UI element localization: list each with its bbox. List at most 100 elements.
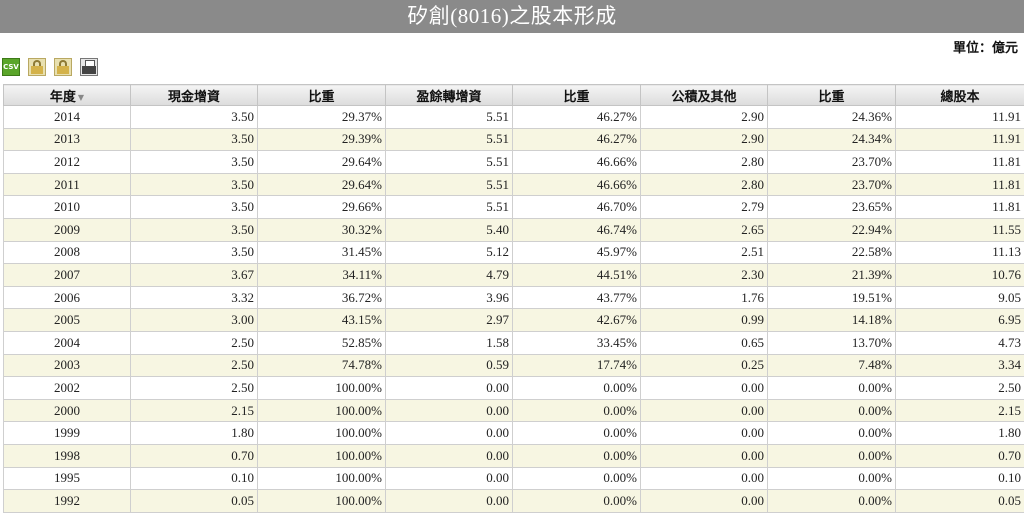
cell-cash-capital: 3.50 [131, 241, 258, 264]
cell-total-capital: 9.05 [896, 286, 1024, 309]
cell-year: 2009 [4, 218, 131, 241]
unit-label: 單位：億元 [953, 37, 1018, 56]
cell-reserve-ratio: 24.36% [768, 106, 896, 129]
column-header-cash-ratio[interactable]: 比重 [258, 85, 386, 106]
cell-reserve-other: 0.00 [641, 422, 768, 445]
table-row: 20002.15100.00%0.000.00%0.000.00%2.15 [4, 399, 1024, 422]
cell-earnings-ratio: 42.67% [513, 309, 641, 332]
cell-cash-ratio: 100.00% [258, 467, 386, 490]
cell-earnings-ratio: 44.51% [513, 264, 641, 287]
cell-reserve-ratio: 23.70% [768, 173, 896, 196]
column-header-reserve-ratio[interactable]: 比重 [768, 85, 896, 106]
column-header-label: 總股本 [940, 90, 979, 105]
cell-cash-ratio: 29.66% [258, 196, 386, 219]
cell-reserve-ratio: 22.94% [768, 218, 896, 241]
cell-cash-capital: 2.15 [131, 399, 258, 422]
column-header-label: 比重 [308, 90, 334, 105]
cell-earnings-capital: 1.58 [386, 331, 513, 354]
column-header-label: 比重 [563, 90, 589, 105]
cell-reserve-ratio: 19.51% [768, 286, 896, 309]
column-header-total-capital[interactable]: 總股本 [896, 85, 1024, 106]
cell-reserve-ratio: 23.65% [768, 196, 896, 219]
cell-earnings-ratio: 45.97% [513, 241, 641, 264]
cell-earnings-capital: 5.12 [386, 241, 513, 264]
cell-total-capital: 11.91 [896, 128, 1024, 151]
column-header-cash-capital[interactable]: 現金增資 [131, 85, 258, 106]
table-row: 20032.5074.78%0.5917.74%0.257.48%3.34 [4, 354, 1024, 377]
cell-cash-ratio: 100.00% [258, 444, 386, 467]
cell-earnings-capital: 0.00 [386, 467, 513, 490]
column-header-earnings-ratio[interactable]: 比重 [513, 85, 641, 106]
cell-year: 1999 [4, 422, 131, 445]
table-row: 20133.5029.39%5.5146.27%2.9024.34%11.91 [4, 128, 1024, 151]
cell-cash-capital: 0.70 [131, 444, 258, 467]
cell-cash-ratio: 29.64% [258, 173, 386, 196]
print-button[interactable] [80, 58, 98, 76]
cell-cash-capital: 3.67 [131, 264, 258, 287]
table-row: 19950.10100.00%0.000.00%0.000.00%0.10 [4, 467, 1024, 490]
cell-earnings-ratio: 46.27% [513, 128, 641, 151]
cell-reserve-other: 2.79 [641, 196, 768, 219]
cell-year: 2014 [4, 106, 131, 129]
cell-earnings-ratio: 46.27% [513, 106, 641, 129]
cell-earnings-capital: 0.00 [386, 422, 513, 445]
cell-year: 2013 [4, 128, 131, 151]
cell-earnings-ratio: 17.74% [513, 354, 641, 377]
cell-total-capital: 11.91 [896, 106, 1024, 129]
table-row: 20083.5031.45%5.1245.97%2.5122.58%11.13 [4, 241, 1024, 264]
cell-year: 2012 [4, 151, 131, 174]
csv-export-button[interactable]: CSV [2, 58, 20, 76]
cell-total-capital: 1.80 [896, 422, 1024, 445]
table-row: 20053.0043.15%2.9742.67%0.9914.18%6.95 [4, 309, 1024, 332]
cell-earnings-capital: 5.51 [386, 196, 513, 219]
cell-earnings-capital: 0.00 [386, 399, 513, 422]
cell-year: 2007 [4, 264, 131, 287]
cell-reserve-ratio: 0.00% [768, 467, 896, 490]
cell-year: 2002 [4, 377, 131, 400]
table-row: 20143.5029.37%5.5146.27%2.9024.36%11.91 [4, 106, 1024, 129]
cell-reserve-ratio: 24.34% [768, 128, 896, 151]
cell-earnings-capital: 2.97 [386, 309, 513, 332]
cell-earnings-capital: 4.79 [386, 264, 513, 287]
cell-earnings-ratio: 33.45% [513, 331, 641, 354]
lock-button-1[interactable] [28, 58, 46, 76]
cell-cash-ratio: 52.85% [258, 331, 386, 354]
table-row: 20073.6734.11%4.7944.51%2.3021.39%10.76 [4, 264, 1024, 287]
column-header-reserve-other[interactable]: 公積及其他 [641, 85, 768, 106]
cell-cash-capital: 3.50 [131, 173, 258, 196]
column-header-label: 比重 [818, 90, 844, 105]
cell-total-capital: 10.76 [896, 264, 1024, 287]
cell-total-capital: 11.55 [896, 218, 1024, 241]
capital-formation-table: 年度▼現金增資 比重 盈餘轉增資 比重 公積及其他 比重 總股本 20143.5029.37… [3, 84, 1024, 513]
cell-cash-capital: 2.50 [131, 354, 258, 377]
cell-reserve-ratio: 0.00% [768, 377, 896, 400]
cell-total-capital: 11.13 [896, 241, 1024, 264]
column-header-label: 公積及其他 [671, 90, 736, 105]
cell-cash-ratio: 34.11% [258, 264, 386, 287]
cell-cash-ratio: 29.64% [258, 151, 386, 174]
cell-cash-capital: 3.00 [131, 309, 258, 332]
cell-cash-capital: 3.50 [131, 151, 258, 174]
cell-reserve-other: 0.00 [641, 377, 768, 400]
column-header-earnings-capital[interactable]: 盈餘轉增資 [386, 85, 513, 106]
cell-reserve-other: 1.76 [641, 286, 768, 309]
cell-year: 1995 [4, 467, 131, 490]
cell-reserve-ratio: 7.48% [768, 354, 896, 377]
cell-year: 2005 [4, 309, 131, 332]
table-body: 20143.5029.37%5.5146.27%2.9024.36%11.912… [4, 106, 1024, 513]
cell-earnings-ratio: 46.66% [513, 151, 641, 174]
cell-cash-capital: 3.32 [131, 286, 258, 309]
table-row: 20063.3236.72%3.9643.77%1.7619.51%9.05 [4, 286, 1024, 309]
cell-reserve-other: 0.00 [641, 399, 768, 422]
page-title: 矽創(8016)之股本形成 [0, 0, 1024, 33]
cell-reserve-other: 0.99 [641, 309, 768, 332]
csv-icon: CSV [3, 63, 19, 71]
cell-total-capital: 6.95 [896, 309, 1024, 332]
table-row: 20123.5029.64%5.5146.66%2.8023.70%11.81 [4, 151, 1024, 174]
sort-desc-icon[interactable]: ▼ [78, 93, 84, 102]
column-header-year[interactable]: 年度▼ [4, 85, 131, 106]
lock-button-2[interactable] [54, 58, 72, 76]
cell-cash-ratio: 100.00% [258, 422, 386, 445]
cell-earnings-ratio: 43.77% [513, 286, 641, 309]
column-header-label: 盈餘轉增資 [416, 90, 481, 105]
